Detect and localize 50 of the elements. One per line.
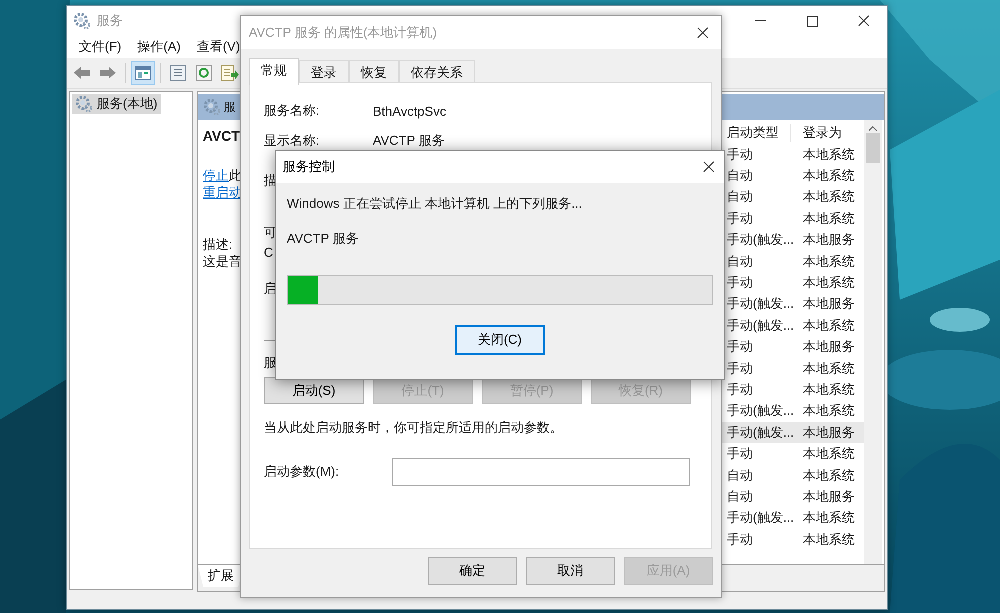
window-title: 服务 [97, 12, 123, 30]
menu-item[interactable]: 操作(A) [130, 38, 189, 56]
forward-arrow-icon [99, 66, 117, 80]
maximize-icon [806, 16, 818, 26]
field-value: BthAvctpSvc [373, 104, 446, 118]
window-title: AVCTP 服务 的属性(本地计算机) [249, 24, 438, 42]
close-icon [858, 15, 870, 27]
refresh-button[interactable] [193, 62, 215, 84]
pane-title: 服 [224, 98, 236, 116]
window-title: 服务控制 [283, 158, 335, 176]
field-value: AVCTP 服务 [373, 132, 445, 150]
close-icon [697, 26, 709, 38]
services-icon [75, 95, 93, 113]
field-label: 显示名称: [264, 132, 321, 150]
hint-text: 当从此处启动服务时，你可指定所适用的启动参数。 [264, 419, 564, 436]
services-icon [203, 98, 221, 116]
list-window-icon [170, 65, 186, 81]
minimize-icon [754, 20, 766, 22]
service-name: AVCTP 服务 [287, 230, 360, 247]
status-message: Windows 正在尝试停止 本地计算机 上的下列服务... [287, 195, 584, 212]
export-list-icon [221, 65, 239, 81]
tree-item[interactable]: 服务(本地) [72, 94, 161, 114]
panel-icon [135, 66, 151, 80]
refresh-icon [196, 65, 212, 81]
field-label: 可 [264, 224, 276, 241]
action-link[interactable]: 停止 [203, 168, 229, 183]
services-icon [73, 12, 91, 30]
description-text: 这是音 [203, 253, 242, 270]
export-button[interactable] [219, 62, 241, 84]
close-dialog-button[interactable]: 关闭(C) [455, 325, 545, 355]
field-label: 服务名称: [264, 102, 321, 120]
scrollbar[interactable] [864, 120, 882, 564]
input-field[interactable] [392, 458, 690, 486]
service-button[interactable]: 启动(S) [264, 377, 364, 404]
scroll-up-icon [869, 126, 877, 131]
dialog-button[interactable]: 取消 [526, 557, 615, 585]
column-header[interactable]: 登录为 [803, 124, 859, 142]
field-value: C [264, 244, 274, 261]
dialog-button[interactable]: 确定 [428, 557, 517, 585]
scrollbar-thumb[interactable] [866, 133, 880, 163]
field-label: 服 [264, 354, 276, 371]
dialog-tab[interactable]: 常规 [249, 58, 299, 85]
close-icon [703, 161, 715, 173]
service-name: AVCT [203, 128, 240, 145]
console-tree-button[interactable] [132, 62, 154, 84]
field-label: 启动参数(M): [264, 463, 340, 481]
properties-button[interactable] [167, 62, 189, 84]
description-label: 描述: [203, 236, 233, 253]
back-arrow-icon [73, 66, 91, 80]
menu-item[interactable]: 文件(F) [71, 38, 130, 56]
